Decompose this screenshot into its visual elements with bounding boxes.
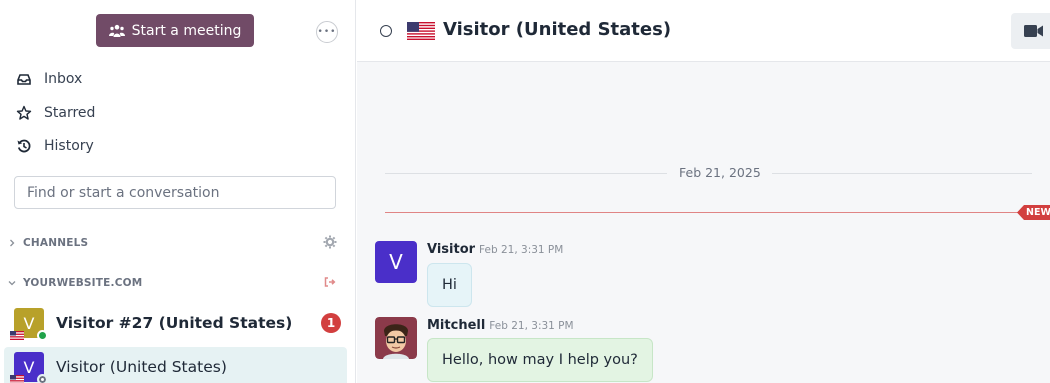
group-icon [108,24,125,37]
visitor-avatar: V [375,241,417,283]
message-timestamp: Feb 21, 3:31 PM [489,320,574,332]
agent-avatar-icon [375,317,417,359]
message-timestamp: Feb 21, 3:31 PM [479,244,564,256]
new-messages-line [385,212,1023,213]
unread-badge: 1 [321,313,341,333]
message-author-name: Mitchell [427,318,486,333]
video-camera-icon [1024,25,1043,37]
date-divider: Feb 21, 2025 [679,165,761,180]
date-divider-line-right [772,173,1032,174]
nav-item-history[interactable]: History [16,135,94,157]
status-circle-icon [380,25,392,37]
new-messages-tag: NEW [1017,205,1050,220]
leave-icon[interactable] [323,275,337,289]
start-meeting-label: Start a meeting [131,22,242,39]
message-bubble: Hi [427,263,472,307]
message-author-name: Visitor [427,242,476,257]
chevron-down-icon [8,281,16,286]
ellipsis-icon: ••• [317,27,337,37]
conversation-name: Visitor #27 (United States) [56,314,293,332]
thread-header: Visitor (United States) [357,0,1050,62]
conversation-item-active[interactable]: V Visitor (United States) [4,347,347,383]
conversation-name: Visitor (United States) [56,358,227,376]
message-author: Visitor Feb 21, 3:31 PM [427,242,563,257]
chevron-right-icon [10,239,15,247]
conversation-search-input[interactable] [14,176,336,209]
section-yourwebsite[interactable]: YOURWEBSITE.COM [7,275,337,291]
us-flag-icon [10,375,24,383]
nav-item-starred[interactable]: Starred [16,102,95,124]
nav-label-history: History [44,138,94,154]
date-divider-line-left [385,173,667,174]
section-channels-label: CHANNELS [23,237,89,249]
section-channels[interactable]: CHANNELS [7,235,337,251]
nav-item-inbox[interactable]: Inbox [16,68,82,90]
history-icon [17,139,31,153]
message-bubble: Hello, how may I help you? [427,338,653,382]
sidebar: Start a meeting ••• Inbox Starred Histor… [0,0,356,383]
conversation-item[interactable]: V Visitor #27 (United States) 1 [4,303,347,343]
avatar: V [10,352,48,383]
video-call-button[interactable] [1011,13,1050,49]
away-status-icon [37,374,48,383]
gear-icon[interactable] [323,235,337,249]
more-options-button[interactable]: ••• [316,21,338,43]
thread-title: Visitor (United States) [443,19,672,40]
star-icon [16,105,32,120]
avatar: V [10,308,48,341]
us-flag-icon [10,331,24,340]
message-author: Mitchell Feb 21, 3:31 PM [427,318,574,333]
online-status-icon [37,330,48,341]
nav-label-inbox: Inbox [44,71,83,87]
inbox-icon [17,74,31,85]
section-website-label: YOURWEBSITE.COM [23,277,143,289]
us-flag-icon [407,22,435,40]
nav-label-starred: Starred [44,105,96,121]
thread-panel: Visitor (United States) Feb 21, 2025 NEW… [357,0,1050,383]
start-meeting-button[interactable]: Start a meeting [96,14,254,47]
